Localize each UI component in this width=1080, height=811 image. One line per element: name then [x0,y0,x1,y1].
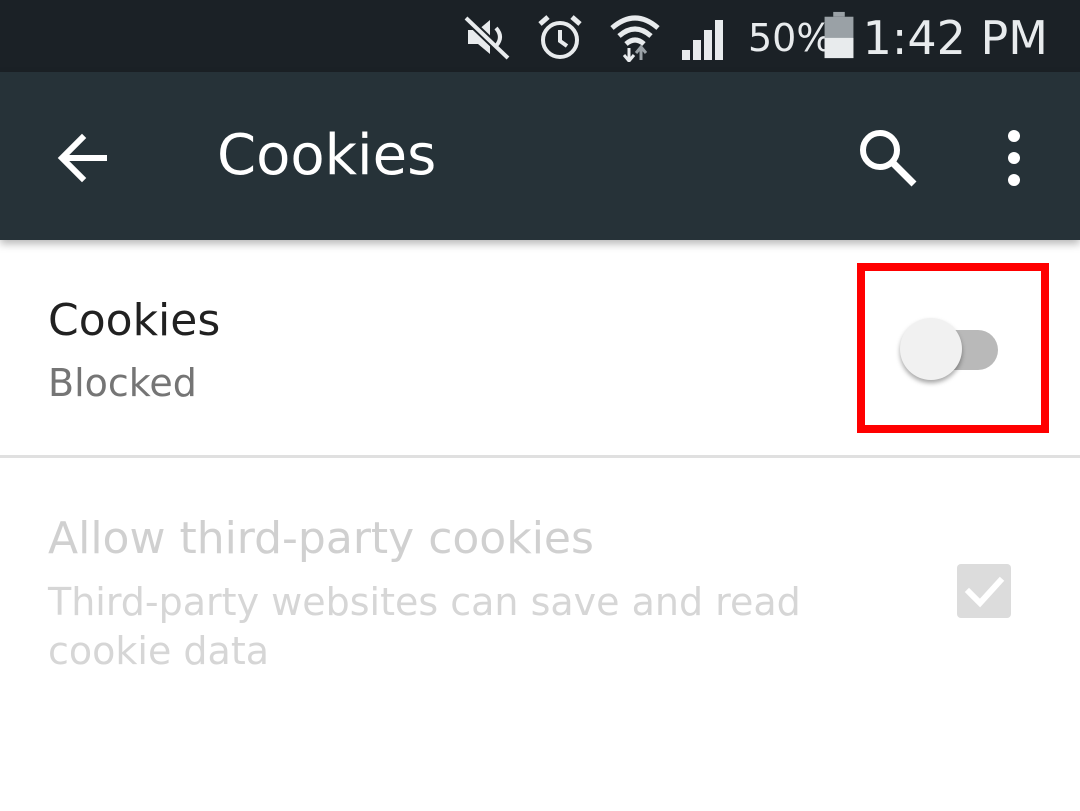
page-title: Cookies [217,123,437,188]
battery-percent: 50% [748,16,833,60]
cookies-setting-summary: Blocked [48,361,197,405]
settings-list: Cookies Blocked Allow third-party cookie… [0,240,1080,811]
wifi-icon [610,15,660,62]
cookies-setting-row[interactable]: Cookies Blocked [0,240,1080,456]
third-party-cookies-summary-line2: cookie data [48,629,270,673]
switch-thumb [900,318,962,380]
cookies-toggle-switch[interactable] [900,318,1000,382]
signal-icon [682,20,723,60]
third-party-cookies-summary-line1: Third-party websites can save and read [48,580,801,624]
arrow-back-icon[interactable] [50,126,114,190]
third-party-cookies-checkbox[interactable] [957,564,1011,618]
third-party-cookies-title: Allow third-party cookies [48,513,594,564]
alarm-icon [538,15,582,59]
cookies-setting-title: Cookies [48,295,221,346]
app-bar: Cookies [0,72,1080,240]
battery-icon [824,11,854,59]
check-icon [964,576,1005,608]
status-time: 1:42 PM [862,11,1048,65]
mute-icon [463,15,511,61]
more-vert-icon[interactable] [990,126,1038,190]
search-icon[interactable] [856,126,920,190]
divider [0,455,1080,458]
status-bar: 50% 1:42 PM [0,0,1080,72]
